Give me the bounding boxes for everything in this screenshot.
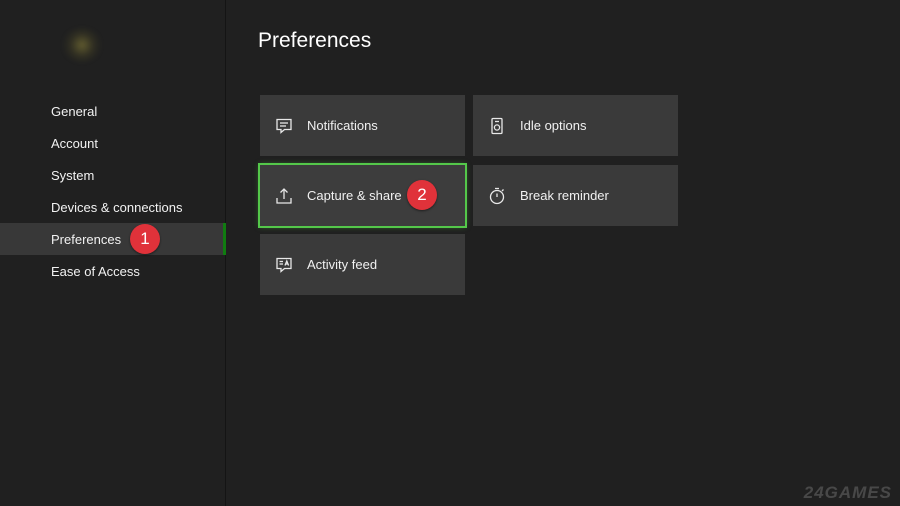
tile-label: Notifications: [307, 118, 378, 133]
activity-feed-icon: [275, 256, 293, 274]
timer-icon: [488, 187, 506, 205]
sidebar-item-ease-of-access[interactable]: Ease of Access: [0, 255, 226, 287]
page-title: Preferences: [258, 29, 372, 52]
notifications-icon: [275, 117, 293, 135]
tile-activity-feed[interactable]: Activity feed: [260, 234, 465, 295]
avatar[interactable]: [62, 28, 102, 62]
tile-break-reminder[interactable]: Break reminder: [473, 165, 678, 226]
upload-share-icon: [275, 187, 293, 205]
sidebar-item-label: System: [51, 167, 95, 183]
sidebar-item-label: Preferences: [51, 231, 122, 247]
step-badge-1: 1: [130, 224, 160, 254]
sidebar-item-general[interactable]: General: [0, 95, 226, 127]
sidebar-item-label: Ease of Access: [51, 263, 140, 279]
tile-capture-share[interactable]: Capture & share 2: [258, 163, 467, 228]
sidebar-nav: General Account System Devices & connect…: [0, 95, 226, 287]
tile-label: Capture & share: [307, 188, 402, 203]
sidebar-item-label: General: [51, 103, 98, 119]
sidebar-item-label: Devices & connections: [51, 199, 183, 215]
sidebar-item-system[interactable]: System: [0, 159, 226, 191]
sidebar-item-preferences[interactable]: Preferences 1: [0, 223, 226, 255]
watermark: 24GAMES: [803, 483, 892, 502]
sidebar-item-devices-connections[interactable]: Devices & connections: [0, 191, 226, 223]
tile-label: Break reminder: [520, 188, 609, 203]
tile-label: Idle options: [520, 118, 587, 133]
sidebar: General Account System Devices & connect…: [0, 0, 226, 506]
step-badge-2: 2: [407, 180, 437, 210]
sidebar-item-label: Account: [51, 135, 98, 151]
tile-label: Activity feed: [307, 257, 378, 272]
tile-notifications[interactable]: Notifications: [260, 95, 465, 156]
tile-idle-options[interactable]: Idle options: [473, 95, 678, 156]
sidebar-item-account[interactable]: Account: [0, 127, 226, 159]
idle-options-icon: [488, 117, 506, 135]
